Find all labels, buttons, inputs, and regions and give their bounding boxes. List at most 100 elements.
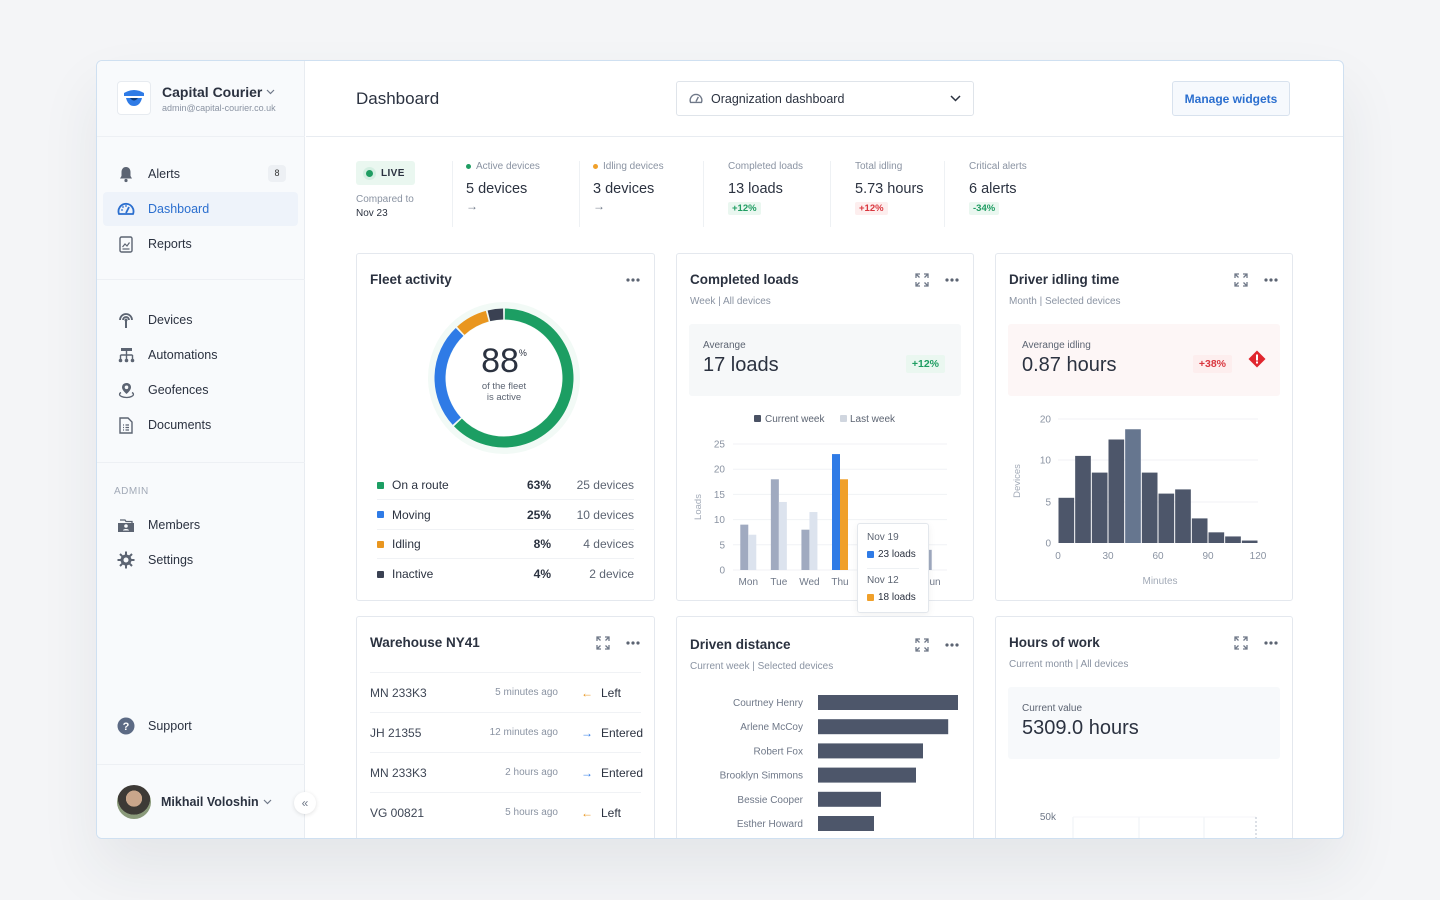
last-week-swatch [867, 594, 874, 601]
tooltip-value: 18 loads [878, 592, 916, 603]
legend-label: On a route [392, 478, 449, 492]
divider [867, 568, 919, 569]
legend-swatch [377, 481, 384, 489]
more-options-icon[interactable] [625, 272, 641, 288]
org-switcher[interactable]: Capital Courier admin@capital-courier.co… [117, 81, 276, 115]
donut-caption: of the fleet [481, 381, 527, 392]
user-menu[interactable]: Mikhail Voloshin [117, 785, 272, 819]
arrow-left-icon: ← [581, 805, 593, 820]
legend-count: 10 devices [576, 507, 634, 522]
expand-icon[interactable] [914, 637, 930, 653]
histogram-bar [1158, 493, 1175, 543]
delta-badge: +12% [905, 355, 945, 373]
card-subtitle: Current week | Selected devices [690, 661, 834, 672]
card-subtitle: Month | Selected devices [1009, 296, 1121, 307]
sidebar-item-alerts[interactable]: Alerts 8 [103, 157, 298, 191]
histogram-bar [1208, 532, 1225, 543]
sidebar-item-documents[interactable]: Documents [103, 408, 298, 442]
more-options-icon[interactable] [1263, 635, 1279, 651]
more-options-icon[interactable] [625, 635, 641, 651]
card-title: Fleet activity [370, 272, 452, 287]
current-hours-box: Current value 5309.0 hours [1008, 687, 1280, 759]
histogram-bar [1125, 429, 1141, 543]
idling-histogram: 0 5 10 20 Devices 0 30 60 90 120 Minutes [1012, 415, 1267, 588]
legend-label: Last week [850, 414, 896, 425]
kpi-label: Completed loads [728, 161, 804, 172]
warning-diamond-icon [1248, 350, 1266, 368]
event-direction: Left [601, 685, 622, 700]
more-options-icon[interactable] [1263, 272, 1279, 288]
collapse-sidebar-button[interactable]: « [294, 792, 316, 814]
kpi-active-devices[interactable]: Active devices 5 devices → [453, 161, 580, 227]
percent-sign: % [518, 348, 527, 358]
bar-last-week [778, 501, 787, 570]
y-tick-label: 25 [714, 440, 726, 451]
dashboard-select-value: Oragnization dashboard [711, 91, 845, 106]
kpi-value: 6 alerts [969, 181, 1017, 197]
delta-badge: +12% [855, 202, 888, 215]
stat-label: Current value [1022, 703, 1083, 714]
hours-of-work-chart: 50k [1040, 812, 1257, 838]
manage-widgets-button[interactable]: Manage widgets [1172, 81, 1290, 116]
sidebar-item-label: Support [148, 719, 192, 733]
user-name: Mikhail Voloshin [161, 795, 259, 809]
more-options-icon[interactable] [944, 272, 960, 288]
y-tick-label: 10 [714, 515, 726, 526]
expand-icon[interactable] [914, 272, 930, 288]
sidebar-item-support[interactable]: ? Support [103, 709, 298, 743]
expand-icon[interactable] [1233, 635, 1249, 651]
compared-to-label: Compared to [356, 194, 414, 205]
hours-of-work-card: Hours of work Current month | All device… [995, 616, 1293, 838]
legend-swatch-last-week [840, 415, 847, 422]
sidebar-item-members[interactable]: Members [103, 508, 298, 542]
average-idling-box: Averange idling 0.87 hours +38% [1008, 324, 1280, 396]
kpi-completed-loads[interactable]: Completed loads 13 loads +12% [704, 161, 831, 227]
sidebar-item-label: Geofences [148, 383, 209, 397]
gauge-icon [117, 200, 135, 218]
driver-idling-card: Driver idling time Month | Selected devi… [995, 253, 1293, 601]
warehouse-event-row[interactable]: VG 00821 5 hours ago ← Left [370, 792, 641, 832]
kpi-total-idling[interactable]: Total idling 5.73 hours +12% [831, 161, 945, 227]
kpi-value: 5 devices [466, 181, 528, 197]
warehouse-event-row[interactable]: MN 233K3 2 hours ago → Entered [370, 752, 643, 792]
arrow-right-icon: → [466, 199, 478, 213]
fleet-activity-card: Fleet activity 88% of the fleet is activ… [356, 253, 655, 601]
distance-bar [818, 695, 958, 710]
histogram-bar [1241, 540, 1258, 543]
bar-label: Arlene McCoy [740, 722, 803, 733]
sidebar-item-geofences[interactable]: Geofences [103, 373, 298, 407]
brand-logo [117, 81, 151, 115]
legend-percent: 8% [533, 537, 551, 551]
sidebar-item-reports[interactable]: Reports [103, 227, 298, 261]
sidebar-item-settings[interactable]: Settings [103, 543, 298, 577]
bar-label: Courtney Henry [733, 698, 803, 709]
legend-count: 2 device [589, 567, 634, 581]
expand-icon[interactable] [1233, 272, 1249, 288]
sidebar-item-label: Dashboard [148, 202, 210, 216]
warehouse-event-row[interactable]: JH 21355 12 minutes ago → Entered [370, 712, 643, 752]
x-axis-label: Minutes [1142, 576, 1177, 587]
bar-last-week [809, 512, 818, 570]
delta-badge: +38% [1192, 355, 1232, 373]
expand-icon[interactable] [595, 635, 611, 651]
chevron-down-icon [263, 799, 272, 805]
dashboard-select[interactable]: Oragnization dashboard [676, 81, 974, 116]
sidebar-item-label: Members [148, 518, 201, 532]
chart-tooltip: Nov 19 23 loads Nov 12 18 loads [857, 523, 929, 613]
alerts-count-badge: 8 [268, 165, 286, 182]
sidebar-item-dashboard[interactable]: Dashboard [103, 192, 298, 226]
legend-percent: 25% [526, 507, 551, 522]
kpi-idling-devices[interactable]: Idling devices 3 devices → [580, 161, 704, 227]
x-tick-label: Mon [739, 577, 758, 588]
gear-icon [117, 551, 135, 569]
y-tick-label: 50k [1040, 812, 1057, 823]
sidebar-item-devices[interactable]: Devices [103, 303, 298, 337]
more-options-icon[interactable] [944, 637, 960, 653]
x-tick-label: 0 [1055, 551, 1061, 562]
warehouse-event-row[interactable]: MN 233K3 5 minutes ago ← Left [370, 672, 641, 712]
kpi-critical-alerts[interactable]: Critical alerts 6 alerts -34% [945, 161, 1065, 227]
sidebar-item-automations[interactable]: Automations [103, 338, 298, 372]
green-dot-icon [466, 164, 471, 169]
report-icon [117, 235, 135, 253]
card-title: Warehouse NY41 [370, 635, 480, 650]
